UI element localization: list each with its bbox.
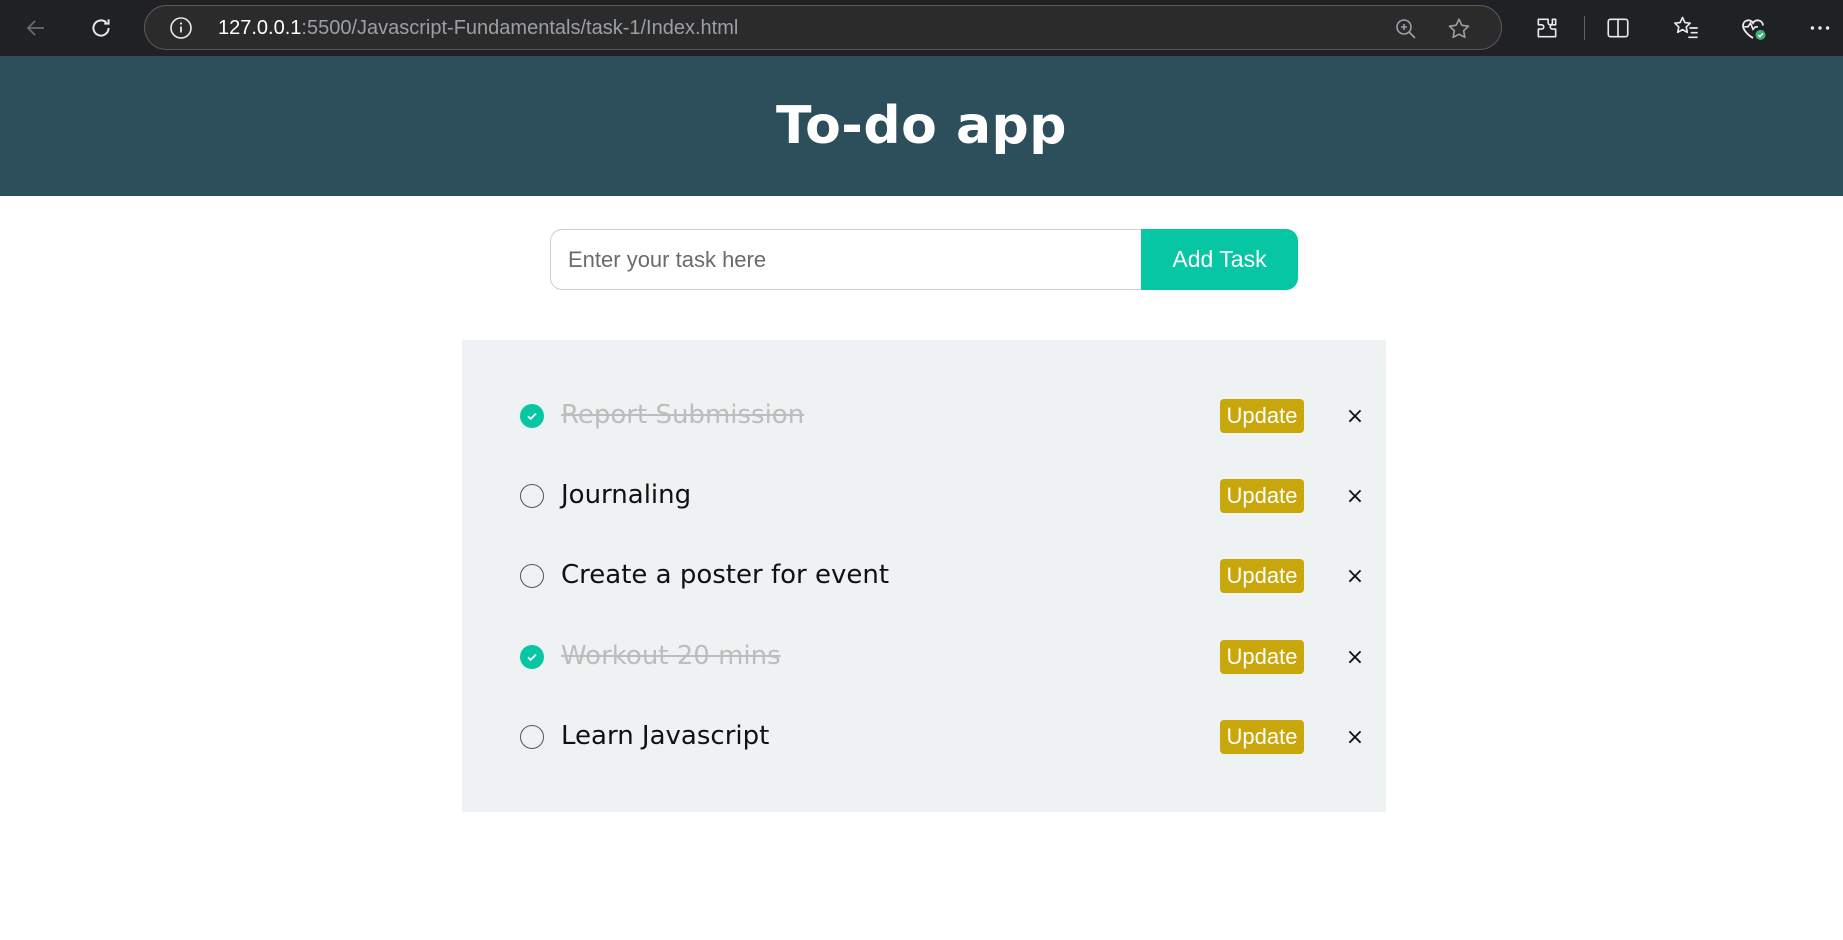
- browser-toolbar: 127.0.0.1:5500/Javascript-Fundamentals/t…: [0, 0, 1843, 56]
- site-info-icon[interactable]: [169, 16, 193, 40]
- task-item: Learn Javascript Update ×: [462, 711, 1386, 761]
- task-item: Create a poster for event Update ×: [462, 550, 1386, 600]
- update-button[interactable]: Update: [1220, 559, 1304, 593]
- task-list: Report Submission Update × Journaling Up…: [462, 340, 1386, 812]
- back-icon[interactable]: [18, 10, 54, 46]
- task-checkbox[interactable]: [520, 645, 544, 669]
- task-text[interactable]: Workout 20 mins: [561, 641, 781, 671]
- update-button[interactable]: Update: [1220, 399, 1304, 433]
- delete-icon[interactable]: ×: [1342, 482, 1368, 510]
- task-input[interactable]: [550, 229, 1142, 290]
- update-button[interactable]: Update: [1220, 479, 1304, 513]
- split-screen-icon[interactable]: [1602, 12, 1634, 44]
- task-item: Report Submission Update ×: [462, 390, 1386, 440]
- task-text[interactable]: Learn Javascript: [561, 721, 769, 751]
- add-task-button[interactable]: Add Task: [1141, 229, 1298, 290]
- more-icon[interactable]: [1804, 12, 1836, 44]
- update-button[interactable]: Update: [1220, 720, 1304, 754]
- url-path: :5500/Javascript-Fundamentals/task-1/Ind…: [301, 17, 739, 39]
- app-title: To-do app: [776, 96, 1067, 156]
- task-checkbox[interactable]: [520, 725, 544, 749]
- task-checkbox[interactable]: [520, 484, 544, 508]
- url-text[interactable]: 127.0.0.1:5500/Javascript-Fundamentals/t…: [218, 17, 738, 40]
- task-checkbox[interactable]: [520, 404, 544, 428]
- task-text[interactable]: Journaling: [561, 480, 691, 510]
- delete-icon[interactable]: ×: [1342, 402, 1368, 430]
- task-checkbox[interactable]: [520, 564, 544, 588]
- task-text[interactable]: Create a poster for event: [561, 560, 889, 590]
- task-item: Workout 20 mins Update ×: [462, 631, 1386, 681]
- update-button[interactable]: Update: [1220, 640, 1304, 674]
- favorites-icon[interactable]: [1670, 12, 1702, 44]
- delete-icon[interactable]: ×: [1342, 562, 1368, 590]
- task-text[interactable]: Report Submission: [561, 400, 804, 430]
- browser-essentials-icon[interactable]: [1737, 12, 1769, 44]
- toolbar-divider: [1584, 16, 1585, 40]
- zoom-icon[interactable]: [1392, 15, 1420, 43]
- task-item: Journaling Update ×: [462, 470, 1386, 520]
- refresh-icon[interactable]: [83, 10, 119, 46]
- app-header: To-do app: [0, 56, 1843, 196]
- favorite-star-icon[interactable]: [1445, 15, 1473, 43]
- delete-icon[interactable]: ×: [1342, 643, 1368, 671]
- address-bar[interactable]: 127.0.0.1:5500/Javascript-Fundamentals/t…: [144, 5, 1502, 50]
- extensions-icon[interactable]: [1531, 12, 1563, 44]
- url-host: 127.0.0.1: [218, 17, 302, 39]
- delete-icon[interactable]: ×: [1342, 723, 1368, 751]
